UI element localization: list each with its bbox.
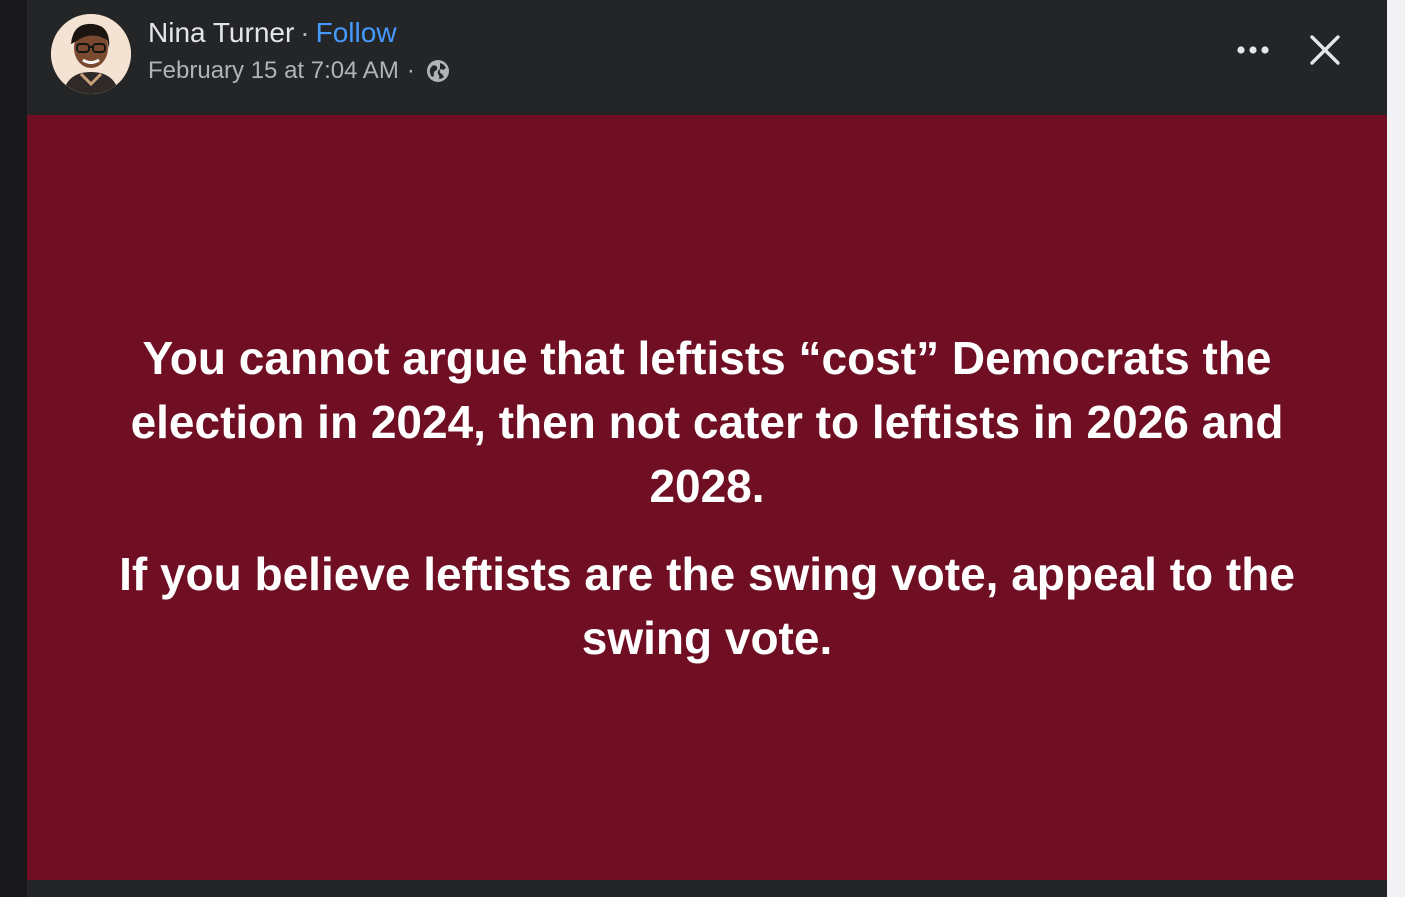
- post-timestamp[interactable]: February 15 at 7:04 AM: [148, 54, 399, 88]
- avatar[interactable]: [51, 14, 131, 94]
- post-footer: [27, 880, 1387, 897]
- author-line: Nina Turner · Follow: [148, 14, 397, 52]
- post-text-paragraph-2: If you believe leftists are the swing vo…: [119, 547, 1295, 664]
- close-button[interactable]: [1303, 28, 1347, 72]
- follow-button[interactable]: Follow: [316, 17, 397, 48]
- page-edge: [1387, 0, 1405, 897]
- post-text-paragraph-1: You cannot argue that leftists “cost” De…: [130, 331, 1284, 512]
- globe-icon: [425, 58, 451, 84]
- post-dialog: Nina Turner · Follow February 15 at 7:04 A…: [27, 0, 1387, 897]
- author-name[interactable]: Nina Turner: [148, 17, 294, 48]
- close-icon: [1310, 35, 1340, 65]
- post-meta: February 15 at 7:04 AM ·: [148, 54, 451, 88]
- more-options-button[interactable]: [1231, 28, 1275, 72]
- post-text-background: You cannot argue that leftists “cost” De…: [27, 115, 1387, 880]
- post-header: Nina Turner · Follow February 15 at 7:04 A…: [27, 0, 1387, 115]
- name-separator: ·: [300, 17, 310, 48]
- meta-separator: ·: [406, 57, 415, 84]
- more-options-icon: [1237, 46, 1269, 54]
